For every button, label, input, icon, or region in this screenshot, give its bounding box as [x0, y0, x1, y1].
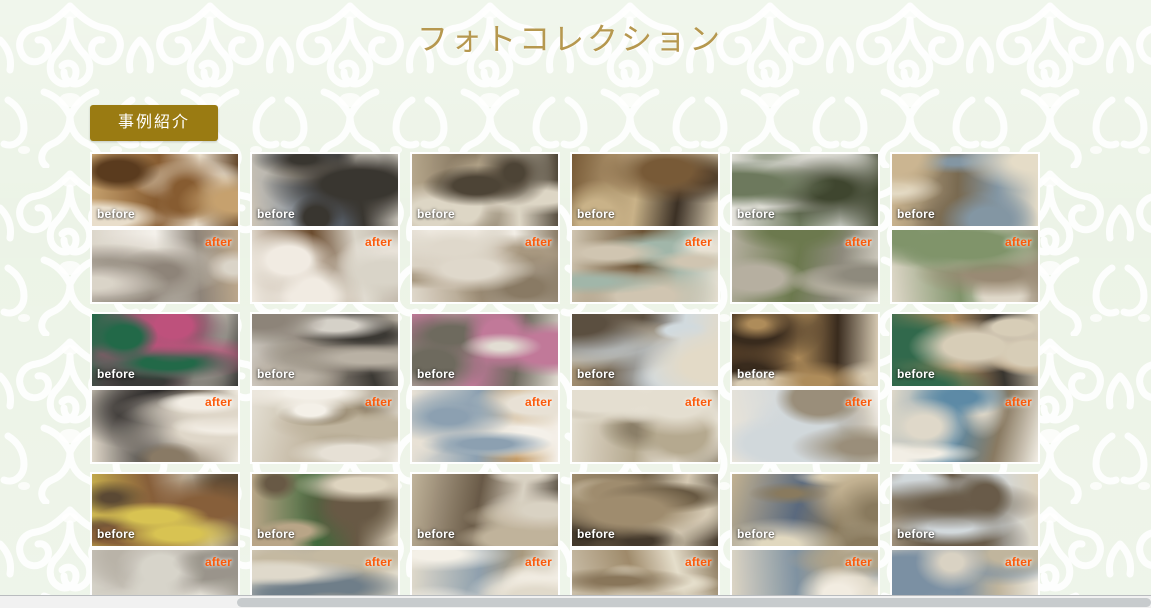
gallery-item[interactable]: before after — [410, 312, 560, 464]
after-photo[interactable]: after — [252, 230, 398, 302]
photo-image — [732, 230, 878, 302]
photo-image — [252, 230, 398, 302]
gallery-item[interactable]: before after — [730, 472, 880, 608]
after-photo[interactable]: after — [572, 230, 718, 302]
gallery-item[interactable]: before after — [730, 152, 880, 304]
photo-image — [732, 314, 878, 386]
after-photo[interactable]: after — [732, 230, 878, 302]
photo-image — [732, 390, 878, 462]
photo-image — [252, 154, 398, 226]
gallery-item[interactable]: before after — [730, 312, 880, 464]
before-photo[interactable]: before — [92, 154, 238, 226]
after-photo[interactable]: after — [412, 230, 558, 302]
before-photo[interactable]: before — [572, 474, 718, 546]
photo-image — [252, 474, 398, 546]
gallery-item[interactable]: before after — [570, 312, 720, 464]
gallery-item[interactable]: before after — [90, 152, 240, 304]
before-photo[interactable]: before — [572, 154, 718, 226]
photo-image — [412, 314, 558, 386]
gallery-item[interactable]: before after — [570, 152, 720, 304]
gallery-item[interactable]: before after — [90, 312, 240, 464]
gallery-item[interactable]: before after — [410, 472, 560, 608]
gallery-item[interactable]: before after — [90, 472, 240, 608]
before-photo[interactable]: before — [732, 154, 878, 226]
after-photo[interactable]: after — [412, 390, 558, 462]
before-photo[interactable]: before — [732, 314, 878, 386]
after-photo[interactable]: after — [92, 390, 238, 462]
before-photo[interactable]: before — [252, 154, 398, 226]
horizontal-scrollbar[interactable] — [0, 595, 1151, 608]
after-photo[interactable]: after — [92, 230, 238, 302]
photo-image — [572, 390, 718, 462]
photo-image — [252, 314, 398, 386]
before-photo[interactable]: before — [572, 314, 718, 386]
photo-image — [92, 474, 238, 546]
before-photo[interactable]: before — [892, 314, 1038, 386]
before-photo[interactable]: before — [252, 474, 398, 546]
before-photo[interactable]: before — [92, 474, 238, 546]
after-photo[interactable]: after — [732, 390, 878, 462]
filter-button-case-studies[interactable]: 事例紹介 — [90, 105, 218, 141]
photo-image — [572, 314, 718, 386]
page-content: フォトコレクション 事例紹介 before after before after bef… — [0, 0, 1151, 608]
photo-image — [252, 390, 398, 462]
photo-image — [412, 230, 558, 302]
before-photo[interactable]: before — [92, 314, 238, 386]
gallery-item[interactable]: before after — [890, 472, 1040, 608]
photo-image — [412, 474, 558, 546]
page-title: フォトコレクション — [417, 22, 723, 57]
photo-image — [92, 314, 238, 386]
photo-gallery-grid: before after before after before after before a… — [90, 152, 1040, 608]
gallery-item[interactable]: before after — [250, 472, 400, 608]
before-photo[interactable]: before — [892, 154, 1038, 226]
photo-image — [92, 390, 238, 462]
photo-image — [572, 474, 718, 546]
photo-image — [892, 230, 1038, 302]
photo-image — [892, 314, 1038, 386]
before-photo[interactable]: before — [732, 474, 878, 546]
photo-image — [892, 474, 1038, 546]
photo-image — [572, 154, 718, 226]
scrollbar-thumb[interactable] — [237, 598, 1151, 607]
gallery-item[interactable]: before after — [250, 152, 400, 304]
after-photo[interactable]: after — [252, 390, 398, 462]
gallery-item[interactable]: before after — [250, 312, 400, 464]
photo-image — [732, 474, 878, 546]
before-photo[interactable]: before — [252, 314, 398, 386]
before-photo[interactable]: before — [412, 474, 558, 546]
photo-image — [892, 390, 1038, 462]
before-photo[interactable]: before — [892, 474, 1038, 546]
before-photo[interactable]: before — [412, 154, 558, 226]
before-photo[interactable]: before — [412, 314, 558, 386]
gallery-item[interactable]: before after — [890, 312, 1040, 464]
after-photo[interactable]: after — [892, 390, 1038, 462]
gallery-item[interactable]: before after — [890, 152, 1040, 304]
after-photo[interactable]: after — [892, 230, 1038, 302]
gallery-item[interactable]: before after — [410, 152, 560, 304]
photo-image — [892, 154, 1038, 226]
photo-image — [732, 154, 878, 226]
photo-image — [412, 390, 558, 462]
after-photo[interactable]: after — [572, 390, 718, 462]
photo-image — [572, 230, 718, 302]
photo-image — [92, 154, 238, 226]
photo-image — [412, 154, 558, 226]
gallery-item[interactable]: before after — [570, 472, 720, 608]
photo-image — [92, 230, 238, 302]
